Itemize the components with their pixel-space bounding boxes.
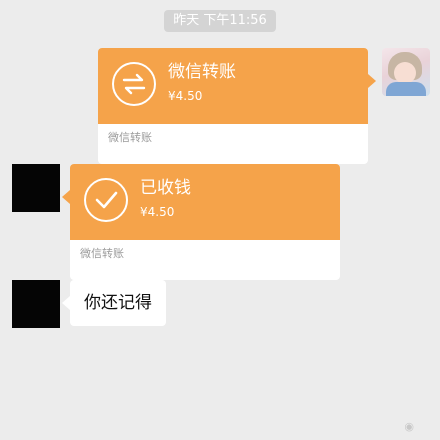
message-text: 你还记得 (84, 293, 152, 313)
watermark: ◉ (404, 420, 418, 434)
transfer-message-received[interactable]: 已收钱 ¥4.50 微信转账 (62, 164, 340, 280)
avatar-contact[interactable] (12, 164, 60, 212)
bubble-tail (62, 296, 70, 310)
transfer-footer-label: 微信转账 (108, 131, 152, 144)
weibo-icon: ◉ (404, 420, 414, 433)
avatar-shirt (386, 82, 426, 96)
checkmark-icon (84, 178, 128, 222)
avatar-contact[interactable] (12, 280, 60, 328)
transfer-amount: ¥4.50 (140, 205, 175, 219)
transfer-message-sent[interactable]: 微信转账 ¥4.50 微信转账 (98, 48, 376, 164)
timestamp: 昨天 下午11:56 (164, 10, 276, 32)
transfer-footer-label: 微信转账 (80, 247, 124, 260)
transfer-title: 微信转账 (168, 62, 236, 82)
transfer-amount: ¥4.50 (168, 89, 203, 103)
avatar-self[interactable] (382, 48, 430, 96)
transfer-arrows-icon (112, 62, 156, 106)
transfer-card-header: 已收钱 ¥4.50 (70, 164, 340, 240)
bubble-tail (368, 74, 376, 88)
text-message[interactable]: 你还记得 (62, 280, 166, 326)
transfer-title: 已收钱 (140, 178, 191, 198)
transfer-card-header: 微信转账 ¥4.50 (98, 48, 368, 124)
avatar-face (394, 62, 416, 84)
bubble-tail (62, 190, 70, 204)
